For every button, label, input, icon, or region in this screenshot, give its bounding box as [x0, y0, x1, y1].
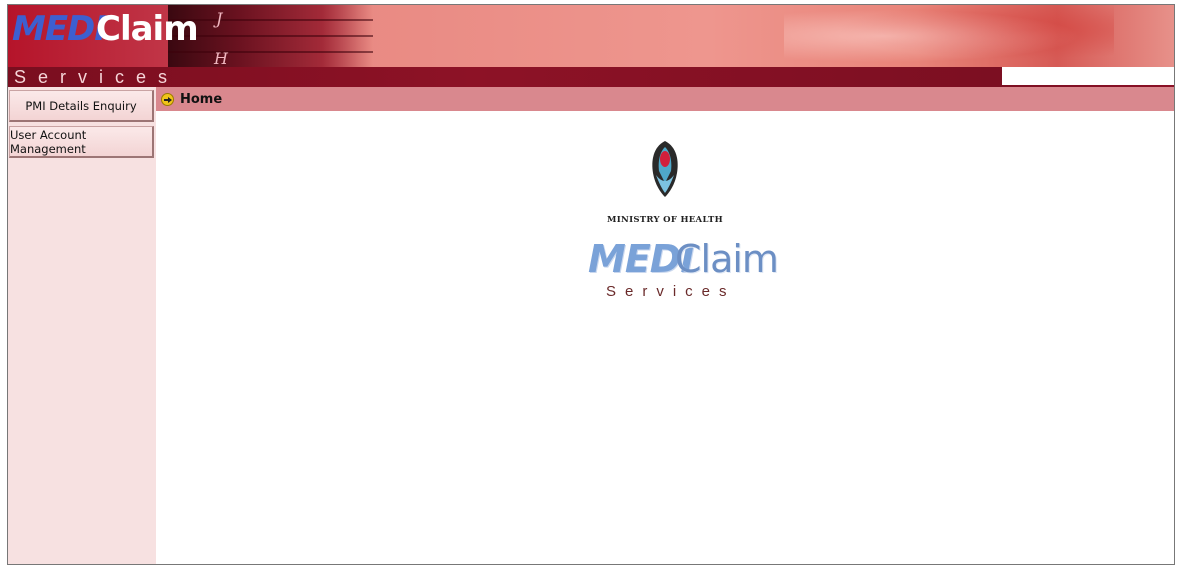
ministry-of-health-text: MINISTRY OF HEALTH	[607, 215, 723, 225]
sidebar-item-pmi-details-enquiry[interactable]: PMI Details Enquiry	[9, 90, 154, 122]
sidebar-item-label: User Account Management	[10, 127, 87, 156]
main-content: MINISTRY OF HEALTH MEDI Claim Services	[156, 111, 1174, 564]
header-banner: J H MEDI Claim Services	[8, 5, 1174, 87]
arrow-right-circle-icon	[161, 92, 174, 106]
header-logo: MEDI Claim Services	[12, 9, 199, 87]
logo-services-text: Services	[14, 67, 180, 87]
main-logo-claim-text: Claim	[675, 237, 779, 281]
sidebar: PMI Details Enquiry User Account Managem…	[8, 87, 156, 564]
breadcrumb-home: Home	[180, 91, 223, 107]
main-logo-services-text: Services	[606, 283, 736, 300]
center-logo: MINISTRY OF HEALTH MEDI Claim Services	[580, 139, 779, 319]
breadcrumb: Home	[156, 87, 1174, 111]
key-letter: J	[216, 9, 223, 28]
app-frame: J H MEDI Claim Services PMI Details Enqu…	[7, 4, 1175, 565]
banner-blank-panel	[1002, 67, 1174, 85]
medical-collage-image	[784, 5, 1114, 67]
ministry-emblem-icon	[652, 141, 678, 197]
sidebar-item-label: PMI Details Enquiry	[25, 98, 137, 113]
logo-medi-text: MEDI	[12, 9, 107, 49]
key-letter: H	[214, 49, 228, 68]
sidebar-item-user-account-management[interactable]: User Account Management	[9, 126, 154, 158]
logo-claim-text: Claim	[96, 9, 199, 49]
